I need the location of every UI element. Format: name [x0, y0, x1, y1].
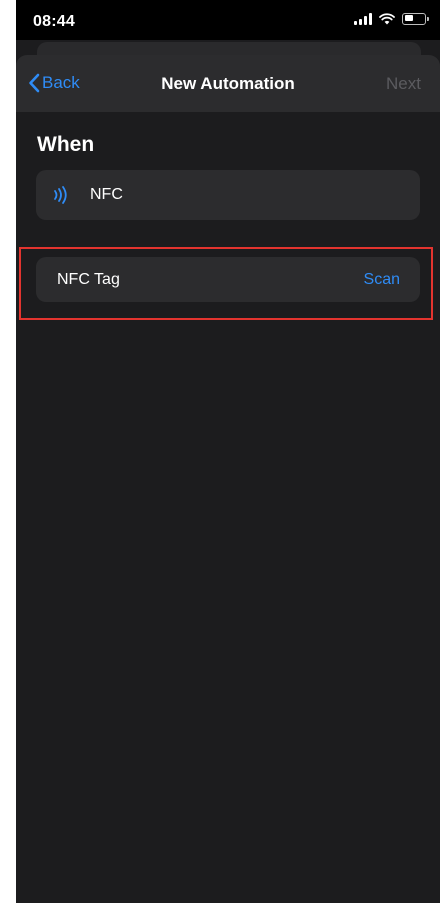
battery-icon [402, 12, 429, 25]
section-header-when: When [37, 133, 95, 156]
page-title: New Automation [161, 74, 295, 93]
nfc-icon [50, 184, 72, 206]
highlight-box [19, 247, 433, 320]
status-time: 08:44 [33, 13, 75, 30]
signal-icon [354, 12, 372, 25]
status-bar: 08:44 [16, 0, 440, 40]
status-icons [354, 12, 429, 25]
content-area: When NFC NFC Tag Scan [16, 112, 440, 903]
next-button[interactable]: Next [386, 74, 421, 94]
phone-screen: 08:44 Back New Automation Next When NFC … [16, 0, 440, 903]
trigger-label: NFC [90, 186, 123, 203]
wifi-icon [379, 12, 395, 24]
navigation-bar: Back New Automation Next [16, 55, 440, 112]
trigger-row-nfc[interactable]: NFC [36, 170, 420, 220]
